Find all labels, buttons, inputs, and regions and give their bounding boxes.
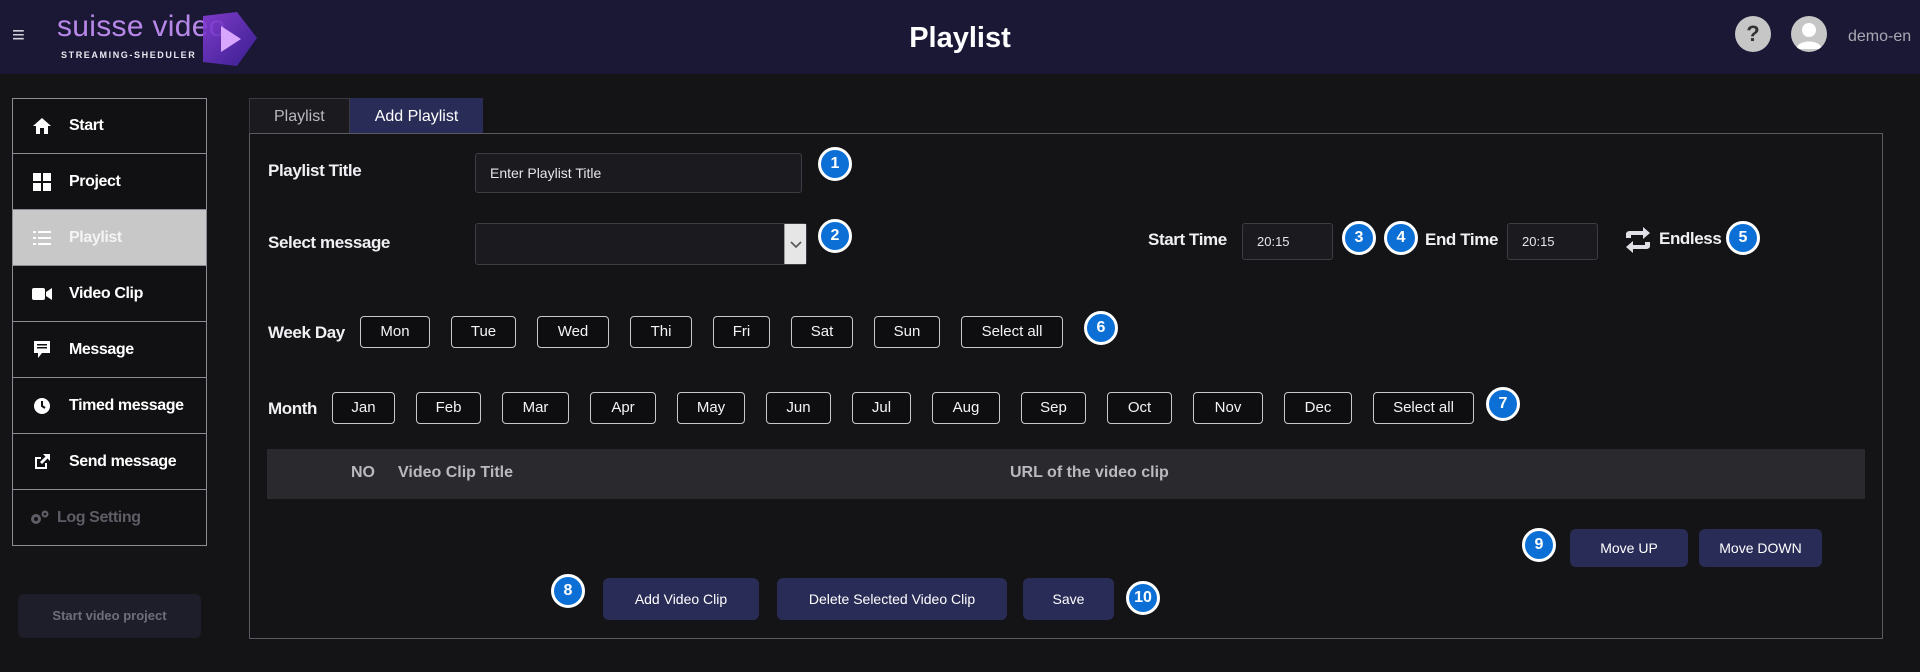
sidebar-item-playlist[interactable]: Playlist <box>12 210 207 266</box>
share-icon <box>31 451 53 473</box>
move-down-button[interactable]: Move DOWN <box>1699 529 1822 567</box>
badge-4: 4 <box>1384 221 1418 255</box>
sidebar-item-video-clip[interactable]: Video Clip <box>12 266 207 322</box>
month-label: Month <box>268 399 317 418</box>
weekday-thi-button[interactable]: Thi <box>630 316 692 348</box>
start-video-project-button[interactable]: Start video project <box>18 594 201 638</box>
badge-2: 2 <box>818 219 852 253</box>
sidebar-item-label: Log Setting <box>57 508 141 526</box>
column-video-clip-url[interactable]: URL of the video clip <box>1010 464 1169 482</box>
month-jan-button[interactable]: Jan <box>332 392 395 424</box>
playlist-title-label: Playlist Title <box>268 161 362 180</box>
weekday-sat-button[interactable]: Sat <box>791 316 853 348</box>
sidebar-item-label: Playlist <box>69 228 122 246</box>
month-may-button[interactable]: May <box>677 392 745 424</box>
sidebar-item-label: Start <box>69 117 104 134</box>
clock-icon <box>31 395 53 417</box>
end-time-label: End Time <box>1425 230 1499 249</box>
weekday-mon-button[interactable]: Mon <box>360 316 430 348</box>
sidebar-item-timed-message[interactable]: Timed message <box>12 378 207 434</box>
month-jul-button[interactable]: Jul <box>852 392 911 424</box>
add-video-clip-button[interactable]: Add Video Clip <box>603 578 759 620</box>
sidebar-item-send-message[interactable]: Send message <box>12 434 207 490</box>
month-apr-button[interactable]: Apr <box>590 392 656 424</box>
column-no[interactable]: NO <box>351 464 375 482</box>
gears-icon <box>29 507 51 529</box>
badge-9: 9 <box>1522 528 1556 562</box>
weekday-wed-button[interactable]: Wed <box>537 316 609 348</box>
endless-label[interactable]: Endless <box>1659 229 1722 249</box>
sidebar-item-label: Video Clip <box>69 284 143 302</box>
list-icon <box>31 227 53 249</box>
sidebar-item-message[interactable]: Message <box>12 322 207 378</box>
top-header: ≡ suisse video STREAMING-SHEDULER Playli… <box>0 0 1920 74</box>
sidebar-item-label: Message <box>69 340 134 358</box>
save-button[interactable]: Save <box>1023 578 1114 620</box>
video-clip-table-header: NO Video Clip Title URL of the video cli… <box>267 449 1865 499</box>
repeat-icon[interactable] <box>1623 226 1653 254</box>
username[interactable]: demo-en <box>1848 28 1911 46</box>
user-avatar-icon[interactable] <box>1791 16 1827 52</box>
badge-1: 1 <box>818 147 852 181</box>
badge-8: 8 <box>551 574 585 608</box>
month-oct-button[interactable]: Oct <box>1107 392 1172 424</box>
delete-selected-video-clip-button[interactable]: Delete Selected Video Clip <box>777 578 1007 620</box>
month-mar-button[interactable]: Mar <box>502 392 569 424</box>
sidebar-item-log-setting[interactable]: Log Setting <box>12 490 207 546</box>
help-icon[interactable]: ? <box>1735 16 1771 52</box>
tab-bar: Playlist Add Playlist <box>249 98 484 133</box>
badge-3: 3 <box>1342 221 1376 255</box>
month-feb-button[interactable]: Feb <box>416 392 481 424</box>
message-icon <box>31 339 53 361</box>
sidebar-item-start[interactable]: Start <box>12 98 207 154</box>
add-playlist-panel: Playlist Title 1 Select message 2 Start … <box>249 133 1883 639</box>
start-time-input[interactable] <box>1242 223 1333 260</box>
month-select-all-button[interactable]: Select all <box>1373 392 1474 424</box>
start-time-label: Start Time <box>1148 230 1227 249</box>
sidebar-item-label: Timed message <box>69 396 184 414</box>
weekday-label: Week Day <box>268 323 345 342</box>
select-message-label: Select message <box>268 233 390 252</box>
weekday-tue-button[interactable]: Tue <box>451 316 516 348</box>
tab-playlist[interactable]: Playlist <box>249 98 350 133</box>
video-camera-icon <box>31 283 53 305</box>
page-title: Playlist <box>909 22 1011 54</box>
move-up-button[interactable]: Move UP <box>1570 529 1688 567</box>
badge-6: 6 <box>1084 311 1118 345</box>
month-dec-button[interactable]: Dec <box>1284 392 1352 424</box>
month-nov-button[interactable]: Nov <box>1193 392 1263 424</box>
sidebar-item-label: Project <box>69 172 121 190</box>
badge-5: 5 <box>1726 221 1760 255</box>
weekday-sun-button[interactable]: Sun <box>874 316 940 348</box>
playlist-title-input[interactable] <box>475 153 802 193</box>
month-sep-button[interactable]: Sep <box>1021 392 1086 424</box>
chevron-down-icon[interactable] <box>784 224 806 264</box>
month-jun-button[interactable]: Jun <box>766 392 831 424</box>
badge-7: 7 <box>1486 387 1520 421</box>
select-message-dropdown[interactable] <box>475 223 807 265</box>
home-icon <box>31 115 53 137</box>
column-video-clip-title[interactable]: Video Clip Title <box>398 464 513 482</box>
tab-add-playlist[interactable]: Add Playlist <box>349 98 484 133</box>
grid-icon <box>31 171 53 193</box>
badge-10: 10 <box>1126 581 1160 615</box>
sidebar-item-project[interactable]: Project <box>12 154 207 210</box>
sidebar: Start Project Playlist Video Clip Messag… <box>12 98 207 546</box>
weekday-select-all-button[interactable]: Select all <box>961 316 1063 348</box>
sidebar-item-label: Send message <box>69 452 177 470</box>
end-time-input[interactable] <box>1507 223 1598 260</box>
month-aug-button[interactable]: Aug <box>932 392 1000 424</box>
weekday-fri-button[interactable]: Fri <box>713 316 770 348</box>
